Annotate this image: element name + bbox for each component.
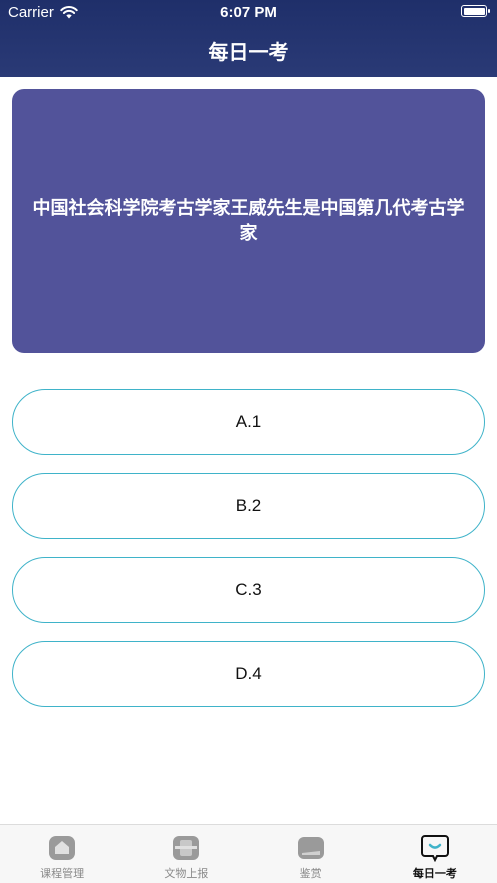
- tab-course-management[interactable]: 课程管理: [0, 825, 124, 883]
- tab-appreciation[interactable]: 鉴赏: [249, 825, 373, 883]
- tab-label: 鉴赏: [299, 867, 322, 880]
- question-text: 中国社会科学院考古学家王威先生是中国第几代考古学家: [32, 198, 465, 244]
- tab-label: 文物上报: [164, 867, 209, 880]
- option-label: A.1: [235, 412, 262, 431]
- option-label: C.3: [235, 580, 262, 599]
- tab-daily-quiz[interactable]: 每日一考: [373, 825, 497, 883]
- home-icon: [49, 836, 76, 860]
- tab-bar: 课程管理 文物上报 鉴赏 每日一考: [0, 824, 497, 883]
- tab-label: 每日一考: [412, 867, 457, 880]
- status-bar: Carrier 6:07 PM: [0, 0, 497, 24]
- chat-quiz-icon: [420, 835, 449, 862]
- option-b-button[interactable]: B.2: [12, 473, 485, 539]
- upload-icon: [173, 836, 200, 860]
- battery-icon: [461, 5, 490, 17]
- tab-label: 课程管理: [40, 867, 85, 880]
- tab-relic-report[interactable]: 文物上报: [124, 825, 248, 883]
- option-a-button[interactable]: A.1: [12, 389, 485, 455]
- page-title: 每日一考: [208, 40, 289, 64]
- question-card: 中国社会科学院考古学家王威先生是中国第几代考古学家: [12, 89, 485, 353]
- option-d-button[interactable]: D.4: [12, 641, 485, 707]
- header: Carrier 6:07 PM 每日一考: [0, 0, 497, 77]
- appreciation-icon: [297, 837, 324, 859]
- status-time: 6:07 PM: [220, 4, 277, 21]
- option-label: B.2: [235, 496, 262, 515]
- option-c-button[interactable]: C.3: [12, 557, 485, 623]
- option-label: D.4: [235, 664, 262, 683]
